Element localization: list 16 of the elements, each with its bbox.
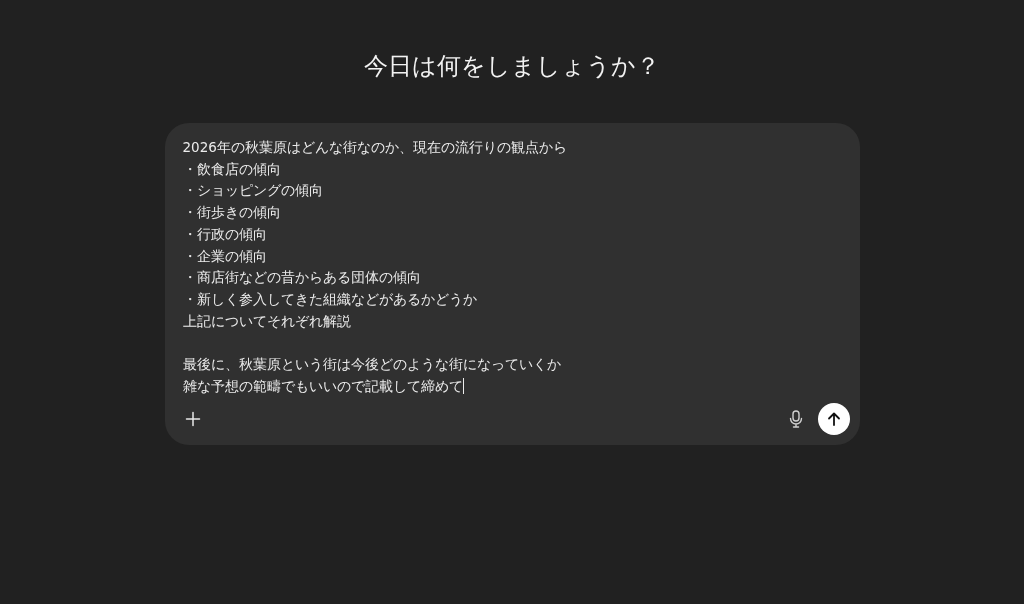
arrow-up-icon [826, 412, 841, 427]
page-heading: 今日は何をしましょうか？ [364, 51, 660, 82]
prompt-text-line[interactable]: ・新しく参入してきた組織などがあるかどうか [182, 288, 477, 311]
plus-icon [184, 411, 201, 428]
microphone-icon [788, 410, 803, 429]
prompt-text-line[interactable]: 2026年の秋葉原はどんな街なのか、現在の流行りの観点から [182, 137, 567, 159]
prompt-text-line[interactable]: ・ショッピングの傾向 [182, 180, 323, 203]
prompt-text-line[interactable]: ・飲食店の傾向 [182, 158, 281, 181]
send-button[interactable] [817, 403, 850, 436]
prompt-text-line[interactable]: ・商店街などの昔からある団体の傾向 [182, 267, 421, 289]
prompt-text-line[interactable]: ・行政の傾向 [182, 223, 267, 246]
prompt-text-line[interactable]: 雑な予想の範疇でもいいので記載して締めて [182, 375, 464, 398]
prompt-text-line[interactable]: ・街歩きの傾向 [182, 202, 281, 224]
prompt-text-line[interactable]: 最後に、秋葉原という街は今後どのような街になっていくか [182, 354, 561, 376]
prompt-text-line[interactable]: ・企業の傾向 [182, 245, 267, 268]
prompt-text-line[interactable]: 上記についてそれぞれ解説 [182, 310, 351, 333]
